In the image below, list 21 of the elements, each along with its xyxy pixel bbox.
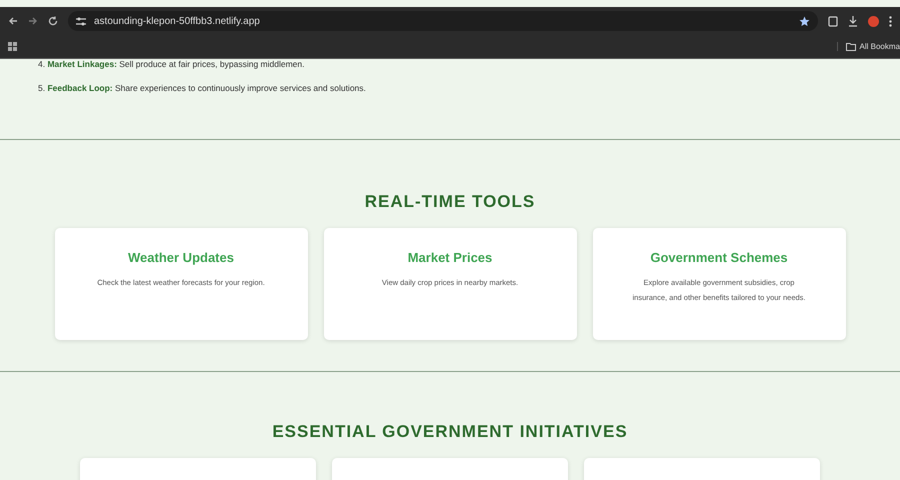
section-heading: REAL-TIME TOOLS (364, 192, 536, 212)
reload-icon[interactable] (48, 16, 58, 26)
card-title: Weather Updates (127, 250, 235, 265)
folder-icon[interactable] (846, 42, 856, 50)
extensions-icon[interactable] (828, 16, 838, 26)
site-settings-icon[interactable] (76, 16, 86, 26)
url-text: astounding-klepon-50ffbb3.netlify.app (94, 16, 260, 26)
bookmarks-label[interactable]: All Bookma (860, 42, 900, 51)
card-title: Government Schemes (649, 250, 789, 265)
apps-icon[interactable] (8, 42, 17, 51)
back-icon[interactable] (8, 16, 18, 26)
address-bar[interactable]: astounding-klepon-50ffbb3.netlify.app (68, 11, 818, 31)
list-item: 5. Feedback Loop: Share experiences to continuously improve services and solutions. (38, 83, 367, 93)
menu-icon[interactable] (889, 16, 892, 26)
section-heading: ESSENTIAL GOVERNMENT INITIATIVES (271, 422, 629, 442)
list-item: 4. Market Linkages: Sell produce at fair prices, bypassing middlemen. (38, 59, 306, 69)
card-title: Market Prices (406, 250, 494, 265)
download-icon[interactable] (848, 16, 858, 26)
star-icon[interactable] (799, 16, 810, 26)
forward-icon[interactable] (28, 16, 38, 26)
avatar-icon[interactable] (868, 16, 879, 26)
